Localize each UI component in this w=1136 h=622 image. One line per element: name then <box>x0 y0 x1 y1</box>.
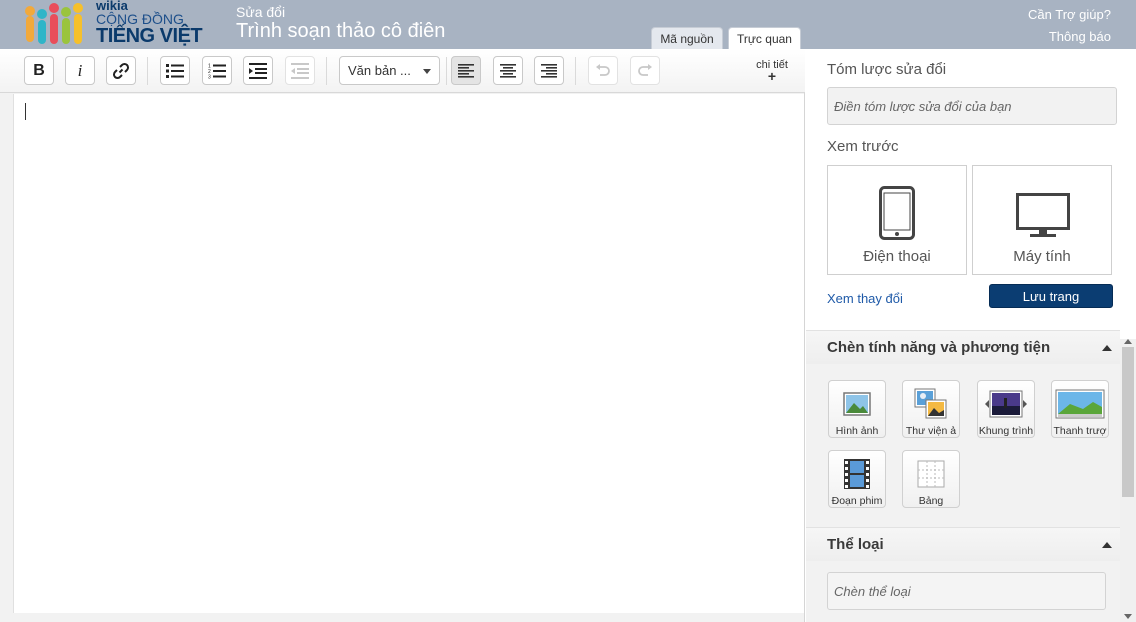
rail-scrollbar[interactable] <box>1120 339 1136 622</box>
insert-tools-panel: Hình ảnh Thư viện ả Khung trình Thanh tr… <box>806 364 1120 527</box>
indent-icon <box>249 62 267 79</box>
insert-slideshow-button[interactable]: Khung trình <box>977 380 1035 438</box>
align-left-icon <box>458 63 474 78</box>
insert-video-button[interactable]: Đoạn phim <box>828 450 886 508</box>
format-select[interactable]: Văn bản ... <box>339 56 440 85</box>
format-select-value: Văn bản ... <box>348 63 411 78</box>
video-icon <box>844 459 870 489</box>
slideshow-icon <box>985 390 1027 418</box>
toolbar-divider <box>575 57 576 85</box>
edit-summary-placeholder: Điền tóm lược sửa đổi của bạn <box>834 98 1012 114</box>
view-changes-link[interactable]: Xem thay đổi <box>827 291 903 306</box>
scrollbar-thumb[interactable] <box>1122 347 1134 497</box>
toolbar-divider <box>147 57 148 85</box>
wikia-logo[interactable]: wikia CỘNG ĐỒNG TIẾNG VIỆT <box>24 0 204 49</box>
align-center-button[interactable] <box>493 56 523 85</box>
logo-line2: TIẾNG VIỆT <box>96 25 203 47</box>
scroll-up-icon[interactable] <box>1124 339 1132 344</box>
edit-summary-input[interactable]: Điền tóm lược sửa đổi của bạn <box>827 87 1117 125</box>
insert-video-label: Đoạn phim <box>831 495 883 507</box>
numbered-list-icon: 1 2 3 <box>208 63 226 79</box>
insert-slideshow-label: Khung trình <box>978 425 1034 437</box>
insert-section-title: Chèn tính năng và phương tiện <box>827 339 1051 356</box>
editor-header: wikia CỘNG ĐỒNG TIẾNG VIỆT Sửa đổi Trình… <box>0 0 1136 49</box>
insert-gallery-label: Thư viện ả <box>905 425 957 437</box>
rail-summary-panel: Tóm lược sửa đổi Điền tóm lược sửa đổi c… <box>806 49 1136 330</box>
summary-label: Tóm lược sửa đổi <box>827 61 947 78</box>
toolbar-divider <box>326 57 327 85</box>
svg-text:3: 3 <box>208 74 211 79</box>
preview-mobile-label: Điện thoại <box>863 248 931 265</box>
redo-icon <box>638 63 652 76</box>
link-icon <box>112 62 130 79</box>
outdent-button[interactable] <box>285 56 315 85</box>
tab-source-mode[interactable]: Mã nguồn <box>651 27 723 49</box>
slider-icon <box>1055 389 1105 419</box>
align-left-button[interactable] <box>451 56 481 85</box>
numbered-list-button[interactable]: 1 2 3 <box>202 56 232 85</box>
plus-icon: + <box>767 68 777 84</box>
toolbar-divider <box>446 57 447 85</box>
insert-slider-label: Thanh trượ <box>1053 425 1107 437</box>
editor-toolbar: B i 1 2 3 Văn bản ... chi tiết + <box>0 49 805 93</box>
category-panel: Chèn thể loại <box>806 561 1120 622</box>
insert-slider-button[interactable]: Thanh trượ <box>1051 380 1109 438</box>
bullet-list-icon <box>166 63 184 78</box>
redo-button[interactable] <box>630 56 660 85</box>
align-center-icon <box>500 63 516 78</box>
scroll-down-icon[interactable] <box>1124 614 1132 619</box>
align-right-button[interactable] <box>534 56 564 85</box>
editor-right-rail: Tóm lược sửa đổi Điền tóm lược sửa đổi c… <box>806 49 1136 622</box>
text-cursor <box>25 103 26 120</box>
community-people-icon <box>25 3 83 44</box>
editor-document-surface[interactable] <box>13 94 804 613</box>
italic-icon: i <box>77 60 83 80</box>
editor-gutter <box>0 94 13 622</box>
insert-table-button[interactable]: Bảng <box>902 450 960 508</box>
preview-desktop-label: Máy tính <box>1013 248 1071 265</box>
chevron-up-icon <box>1102 542 1112 548</box>
undo-icon <box>596 63 610 76</box>
editor-area: B i 1 2 3 Văn bản ... chi tiết + <box>0 49 805 622</box>
help-link[interactable]: Cần Trợ giúp? <box>1028 7 1111 22</box>
indent-button[interactable] <box>243 56 273 85</box>
notifications-link[interactable]: Thông báo <box>1049 29 1111 44</box>
bold-icon: B <box>33 61 45 79</box>
category-input-placeholder: Chèn thể loại <box>834 583 911 599</box>
phone-icon <box>879 186 915 240</box>
chevron-up-icon <box>1102 345 1112 351</box>
outdent-icon <box>291 62 309 79</box>
insert-image-button[interactable]: Hình ảnh <box>828 380 886 438</box>
insert-section-header[interactable]: Chèn tính năng và phương tiện <box>806 330 1120 364</box>
table-icon <box>917 460 945 488</box>
link-button[interactable] <box>106 56 136 85</box>
image-icon <box>843 392 871 416</box>
chevron-down-icon <box>423 69 431 74</box>
monitor-icon <box>1016 193 1070 237</box>
bullet-list-button[interactable] <box>160 56 190 85</box>
category-section-header[interactable]: Thể loại <box>806 527 1120 561</box>
insert-image-label: Hình ảnh <box>835 425 879 437</box>
undo-button[interactable] <box>588 56 618 85</box>
save-page-button[interactable]: Lưu trang <box>989 284 1113 308</box>
gallery-icon <box>914 388 947 419</box>
page-subtitle: Sửa đổi <box>236 4 286 20</box>
insert-table-label: Bảng <box>918 495 944 507</box>
category-section-title: Thể loại <box>827 536 884 553</box>
logo-line1: CỘNG ĐỒNG <box>96 11 184 27</box>
page-title: Trình soạn thảo cô điên <box>236 20 446 42</box>
tab-visual-mode[interactable]: Trực quan <box>728 27 801 49</box>
bold-button[interactable]: B <box>24 56 54 85</box>
details-toggle[interactable]: chi tiết + <box>752 60 792 84</box>
preview-desktop-button[interactable]: Máy tính <box>972 165 1112 275</box>
align-right-icon <box>541 63 557 78</box>
insert-gallery-button[interactable]: Thư viện ả <box>902 380 960 438</box>
preview-mobile-button[interactable]: Điện thoại <box>827 165 967 275</box>
italic-button[interactable]: i <box>65 56 95 85</box>
category-input[interactable]: Chèn thể loại <box>827 572 1106 610</box>
preview-label: Xem trước <box>827 138 899 155</box>
